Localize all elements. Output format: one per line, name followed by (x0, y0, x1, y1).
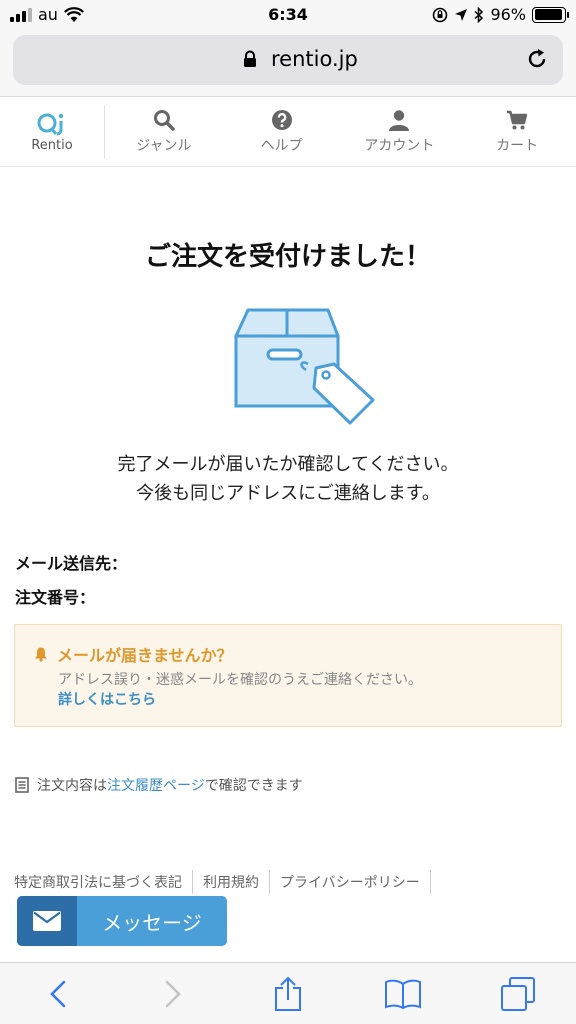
site-header: Rentio ジャンル ヘルプ アカウント カート (0, 97, 576, 167)
mail-to-label: メール送信先： (15, 554, 128, 573)
battery-icon (532, 6, 569, 23)
notice-heading: メールが届きませんか？ (57, 646, 233, 665)
url-text: rentio.jp (271, 47, 358, 71)
message-button[interactable]: メッセージ (17, 896, 227, 946)
tabs-icon (501, 976, 536, 1011)
location-icon (455, 8, 468, 21)
lock-icon (244, 50, 256, 67)
nav-cart[interactable]: カート (458, 97, 576, 166)
rentio-logo[interactable]: Rentio (0, 105, 105, 159)
chevron-left-icon (49, 980, 65, 1007)
user-icon (389, 109, 410, 131)
cart-icon (507, 110, 528, 129)
footer-link-terms[interactable]: 利用規約 (193, 870, 270, 894)
bookmarks-button[interactable] (378, 972, 428, 1016)
bell-icon (35, 647, 47, 662)
mail-not-received-notice: メールが届きませんか？ アドレス誤り・迷惑メールを確認のうえご連絡ください。 詳… (14, 624, 562, 727)
browser-address-area: rentio.jp (0, 30, 576, 97)
footer-link-tokusho[interactable]: 特定商取引法に基づく表記 (14, 870, 193, 894)
reload-icon[interactable] (525, 47, 549, 71)
footer-link-privacy[interactable]: プライバシーポリシー (270, 870, 431, 894)
nav-account[interactable]: アカウント (341, 97, 459, 166)
footer-links: 特定商取引法に基づく表記 利用規約 プライバシーポリシー (14, 870, 431, 894)
forward-button[interactable] (148, 972, 198, 1016)
order-history-link[interactable]: 注文履歴ページ (107, 778, 205, 794)
history-prefix: 注文内容は (37, 778, 107, 794)
rentio-logo-mark-icon (37, 113, 64, 135)
message-line-2: 今後も同じアドレスにご連絡します。 (136, 483, 440, 504)
share-icon (274, 976, 301, 1011)
nav-cart-label: カート (496, 137, 539, 154)
history-suffix: で確認できます (204, 778, 303, 794)
nav-genre-label: ジャンル (136, 137, 192, 154)
orientation-lock-icon (433, 7, 448, 22)
nav-help[interactable]: ヘルプ (223, 97, 341, 166)
page-title: ご注文を受付けました！ (144, 242, 431, 272)
order-number-label: 注文番号： (15, 588, 96, 607)
notice-body: アドレス誤り・迷惑メールを確認のうえご連絡ください。 (58, 672, 422, 688)
message-button-label: メッセージ (102, 910, 202, 935)
nav-account-label: アカウント (364, 137, 435, 154)
confirmation-message: 完了メールが届いたか確認してください。 今後も同じアドレスにご連絡します。 (0, 450, 576, 508)
logo-text: Rentio (31, 137, 73, 153)
book-icon (385, 979, 422, 1009)
bluetooth-icon (474, 6, 484, 23)
package-icon (234, 308, 375, 425)
address-bar[interactable]: rentio.jp (13, 35, 563, 85)
status-bar: au 6:34 96% (0, 0, 576, 30)
nav-genre[interactable]: ジャンル (105, 97, 223, 166)
share-button[interactable] (263, 972, 313, 1016)
search-icon (153, 109, 175, 131)
message-line-1: 完了メールが届いたか確認してください。 (117, 454, 459, 475)
chevron-right-icon (165, 980, 181, 1007)
mail-icon (33, 911, 61, 931)
order-history-note: 注文内容は注文履歴ページで確認できます (15, 775, 303, 795)
tabs-button[interactable] (493, 972, 543, 1016)
nav-help-label: ヘルプ (260, 137, 303, 154)
back-button[interactable] (33, 972, 83, 1016)
browser-toolbar (0, 962, 576, 1024)
battery-percent: 96% (490, 5, 526, 24)
notice-details-link[interactable]: 詳しくはこちら (58, 689, 156, 709)
document-icon (15, 777, 29, 793)
help-icon (271, 109, 292, 130)
